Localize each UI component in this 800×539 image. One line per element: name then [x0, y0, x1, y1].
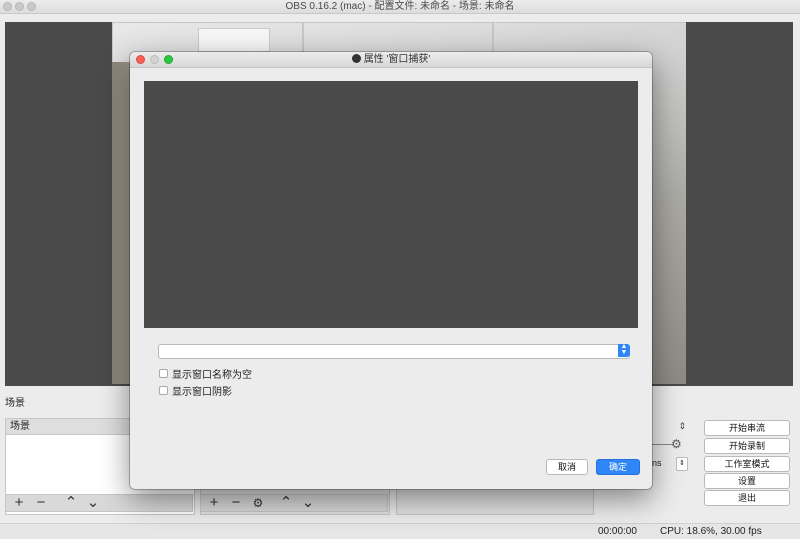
obs-logo-icon — [351, 54, 361, 63]
start-recording-button[interactable]: 开始录制 — [704, 438, 790, 454]
source-properties-gear-icon[interactable]: ⚙ — [251, 495, 265, 511]
remove-scene-minus-icon[interactable]: − — [34, 495, 48, 511]
move-down-chevron-down-icon[interactable]: ⌄ — [86, 495, 100, 511]
select-arrows-icon: ⇕ — [678, 421, 686, 431]
duration-stepper[interactable]: ⇕ — [676, 457, 688, 471]
transition-select[interactable]: ⇕ — [652, 421, 686, 432]
sources-toolbar: + − ⚙ ⌃ ⌄ — [200, 494, 388, 512]
window-select[interactable]: ▲ ▼ — [158, 343, 630, 359]
move-up-chevron-up-icon[interactable]: ⌃ — [64, 495, 78, 511]
main-titlebar: OBS 0.16.2 (mac) - 配置文件: 未命名 - 场景: 未命名 — [0, 0, 800, 14]
remove-source-minus-icon[interactable]: − — [229, 495, 243, 511]
add-scene-plus-icon[interactable]: + — [12, 495, 26, 511]
exit-button[interactable]: 退出 — [704, 490, 790, 506]
show-empty-names-checkbox[interactable] — [159, 369, 168, 378]
recording-time: 00:00:00 — [598, 526, 637, 537]
dialog-preview — [144, 81, 638, 328]
add-source-plus-icon[interactable]: + — [207, 495, 221, 511]
window-title: OBS 0.16.2 (mac) - 配置文件: 未命名 - 场景: 未命名 — [285, 1, 515, 12]
settings-button[interactable]: 设置 — [704, 473, 790, 489]
ok-button[interactable]: 确定 — [596, 459, 640, 475]
duration-unit-label: ns — [652, 458, 662, 468]
show-empty-names-label: 显示窗口名称为空 — [172, 370, 252, 381]
show-shadow-checkbox[interactable] — [159, 386, 168, 395]
dialog-titlebar: 属性 '窗口捕获' — [130, 52, 652, 68]
transition-settings-gear-icon[interactable]: ⚙ — [671, 437, 682, 451]
source-down-chevron-down-icon[interactable]: ⌄ — [301, 495, 315, 511]
source-up-chevron-up-icon[interactable]: ⌃ — [279, 495, 293, 511]
dialog-title: 属性 '窗口捕获' — [130, 52, 652, 67]
select-arrows-icon: ▲ ▼ — [618, 343, 630, 357]
cpu-fps-readout: CPU: 18.6%, 30.00 fps — [660, 526, 762, 537]
show-shadow-row[interactable]: 显示窗口阴影 — [159, 383, 232, 398]
studio-mode-button[interactable]: 工作室模式 — [704, 456, 790, 472]
start-streaming-button[interactable]: 开始串流 — [704, 420, 790, 436]
window-capture-properties-dialog: 属性 '窗口捕获' ▲ ▼ 显示窗口名称为空 显示窗口阴影 取消 确定 — [130, 52, 652, 489]
show-empty-names-row[interactable]: 显示窗口名称为空 — [159, 366, 252, 381]
scenes-toolbar: + − ⌃ ⌄ — [5, 494, 193, 512]
show-shadow-label: 显示窗口阴影 — [172, 387, 232, 398]
scenes-dock-title: 场景 — [5, 398, 25, 409]
cancel-button[interactable]: 取消 — [546, 459, 588, 475]
status-bar: 00:00:00 CPU: 18.6%, 30.00 fps — [0, 523, 800, 539]
